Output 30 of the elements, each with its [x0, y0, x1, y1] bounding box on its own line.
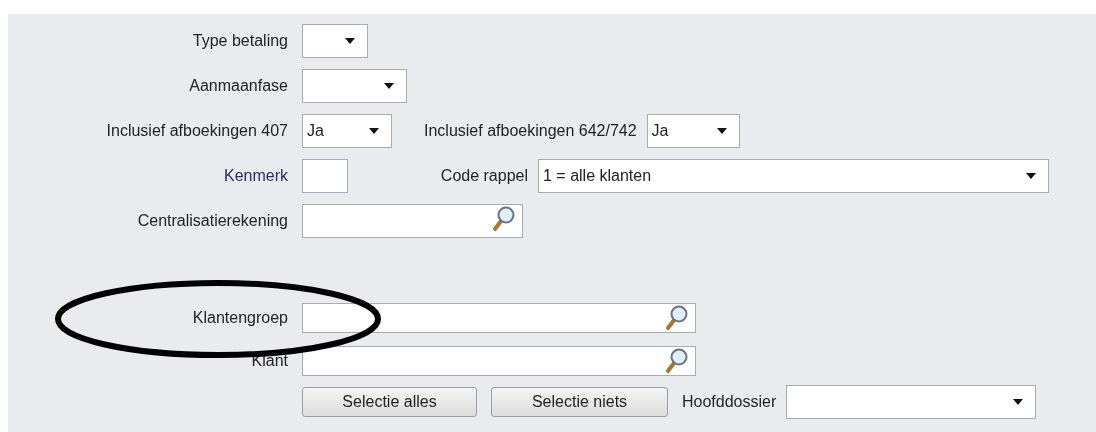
selection-button[interactable]: Selectie alles [302, 387, 477, 417]
dropdown[interactable]: Ja [302, 113, 392, 148]
search-icon[interactable] [665, 347, 689, 374]
dropdown-arrow-icon [345, 37, 355, 44]
dropdown[interactable]: Ja [646, 113, 740, 148]
dropdown-arrow-icon [384, 82, 394, 89]
selection-button[interactable]: Selectie niets [491, 387, 668, 417]
field-label: Kenmerk [222, 166, 289, 185]
lookup-field[interactable] [302, 302, 696, 333]
dropdown-arrow-icon [716, 127, 727, 134]
dropdown[interactable]: 1 = alle klanten [538, 158, 1049, 193]
field-label: Type betaling [191, 31, 289, 50]
search-icon[interactable] [492, 205, 516, 232]
field-label: Code rappel [439, 166, 529, 185]
field-label: Centralisatierekening [136, 211, 289, 230]
field-label: Aanmaanfase [188, 76, 289, 95]
dropdown[interactable] [302, 68, 407, 103]
lookup-field[interactable] [302, 345, 696, 376]
field-label: Klantengroep [191, 308, 289, 327]
field-label: Inclusief afboekingen 642/742 [424, 121, 638, 140]
input-field[interactable] [302, 158, 348, 193]
field-label: Hoofddossier [682, 393, 778, 411]
dropdown-arrow-icon [369, 127, 379, 134]
dropdown-arrow-icon [1026, 172, 1036, 179]
field-label: Inclusief afboekingen 407 [105, 121, 289, 140]
dropdown[interactable] [786, 385, 1037, 419]
dropdown[interactable] [302, 23, 368, 58]
search-icon[interactable] [665, 304, 689, 331]
lookup-field[interactable] [302, 203, 523, 238]
dropdown-arrow-icon [1013, 399, 1024, 405]
